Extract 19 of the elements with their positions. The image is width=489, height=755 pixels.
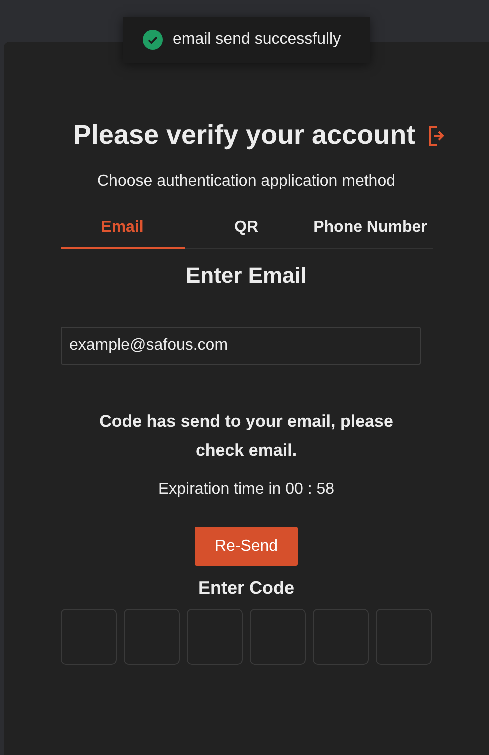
- message: Code has send to your email, please check email.: [98, 411, 394, 462]
- code-input-field[interactable]: [250, 609, 306, 665]
- expiration-text: Expiration time in 00 : 58: [158, 481, 335, 499]
- code-input-field[interactable]: [124, 609, 180, 665]
- toast-message: email send successfully: [173, 31, 342, 49]
- logout-icon[interactable]: [428, 124, 446, 146]
- email-field[interactable]: example@safous.com: [60, 327, 420, 365]
- page-title: Please verify your account: [73, 120, 416, 151]
- code-input-field[interactable]: [61, 609, 117, 665]
- code-input-field[interactable]: [376, 609, 432, 665]
- subtitle: Choose authentication application method: [98, 173, 396, 191]
- tab[interactable]: Email: [60, 211, 184, 249]
- section-heading: Enter Email: [186, 263, 308, 289]
- code-input-field[interactable]: [187, 609, 243, 665]
- code-input-field[interactable]: [313, 609, 369, 665]
- tab[interactable]: QR: [184, 211, 308, 249]
- section-heading: Enter Code: [198, 578, 294, 599]
- resend-button[interactable]: Re-Send: [195, 527, 298, 566]
- tab[interactable]: Phone Number: [308, 211, 432, 249]
